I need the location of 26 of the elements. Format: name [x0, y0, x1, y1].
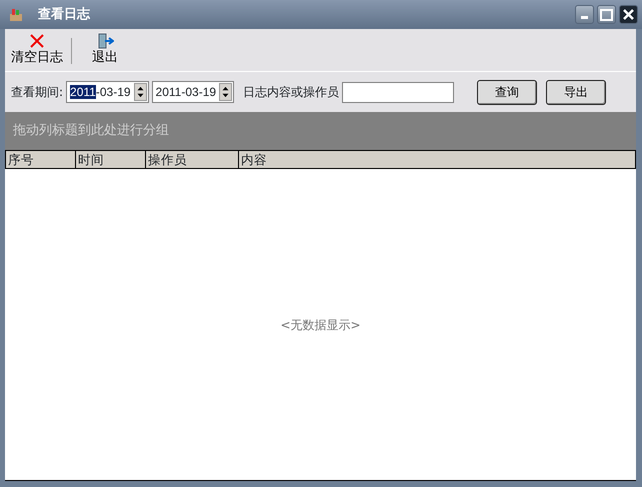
- close-icon: [622, 8, 635, 21]
- clear-icon: [28, 32, 46, 50]
- maximize-button[interactable]: [597, 5, 616, 24]
- spinner-icon[interactable]: [219, 83, 232, 101]
- action-button[interactable]: 导出: [546, 80, 606, 104]
- action-button[interactable]: 查询: [477, 80, 538, 104]
- window-title: 查看日志: [38, 6, 90, 24]
- toolbar-button[interactable]: 清空日志: [9, 32, 65, 66]
- empty-message: <无数据显示>: [280, 316, 361, 334]
- door-icon: [96, 32, 114, 50]
- spinner-icon[interactable]: [134, 83, 147, 101]
- column-header[interactable]: 时间: [76, 151, 146, 168]
- date-field[interactable]: 2011-03-19: [66, 81, 149, 103]
- group-hint: 拖动列标题到此处进行分组: [13, 122, 169, 140]
- period-label: 查看期间:: [11, 84, 64, 101]
- minimize-button[interactable]: [575, 5, 594, 24]
- maximize-icon: [600, 8, 613, 20]
- column-header[interactable]: 序号: [6, 151, 76, 168]
- app-icon: [8, 6, 24, 22]
- search-field[interactable]: [342, 82, 454, 102]
- date-field[interactable]: 2011-03-19: [152, 81, 234, 103]
- toolbar-button[interactable]: 退出: [90, 32, 120, 66]
- search-label: 日志内容或操作员: [243, 84, 340, 101]
- close-button[interactable]: [619, 5, 638, 24]
- column-header[interactable]: 内容: [239, 151, 635, 168]
- column-header[interactable]: 操作员: [146, 151, 239, 168]
